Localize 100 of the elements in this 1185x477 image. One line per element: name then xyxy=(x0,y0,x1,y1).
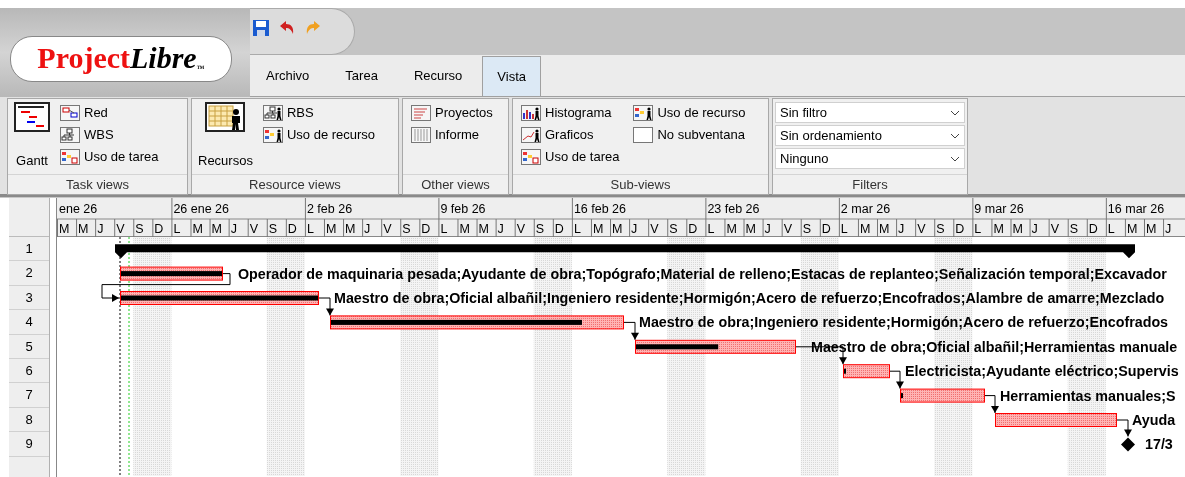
row-number: 1 xyxy=(9,237,49,262)
ribbon-tab[interactable]: Tarea xyxy=(329,56,394,96)
view-button[interactable]: WBS xyxy=(56,124,163,146)
ribbon-tab[interactable]: Recurso xyxy=(397,56,479,96)
view-button[interactable]: Red xyxy=(56,102,163,124)
line-chart-icon xyxy=(521,127,541,143)
summary-bar[interactable] xyxy=(115,244,1135,259)
day-label: V xyxy=(650,222,659,236)
group-title: Resource views xyxy=(192,174,398,194)
dropdown[interactable]: Sin ordenamiento xyxy=(775,125,965,146)
resource-sheet-icon xyxy=(205,102,246,132)
view-button[interactable]: Uso de recurso xyxy=(258,124,380,146)
chevron-down-icon xyxy=(950,132,960,139)
row-number: 3 xyxy=(9,285,49,311)
chevron-down-icon xyxy=(950,155,960,162)
task-bar[interactable] xyxy=(120,266,223,281)
view-button[interactable]: RBS xyxy=(258,102,380,124)
day-label: S xyxy=(802,222,812,236)
view-button[interactable]: Graficos xyxy=(517,124,624,146)
view-button[interactable]: Uso de recurso xyxy=(629,102,750,124)
day-label: D xyxy=(688,222,698,236)
day-label: J xyxy=(1165,222,1172,236)
ribbon-tab[interactable]: Archivo xyxy=(250,56,326,96)
row-number: 4 xyxy=(9,310,49,335)
week-label: 9 mar 26 xyxy=(974,202,1024,216)
week-label: 16 feb 26 xyxy=(573,202,627,216)
dependency-arrow xyxy=(984,395,999,414)
group-title: Sub-views xyxy=(513,174,768,194)
histogram-icon xyxy=(521,105,541,121)
resource-names: Maestro de obra;Ingeniero residente;Hormigón;Acero de refuerzo;Encofrados xyxy=(639,314,1169,331)
resource-names: Electricista;Ayudante eléctrico;Supervis xyxy=(905,363,1179,380)
day-label: V xyxy=(383,222,392,236)
row-number: 7 xyxy=(9,383,49,408)
day-label: L xyxy=(840,222,848,236)
day-label: V xyxy=(249,222,259,236)
task-bar[interactable] xyxy=(120,291,319,305)
day-label: J xyxy=(230,222,237,236)
week-label: 2 mar 26 xyxy=(840,202,891,216)
day-label: J xyxy=(764,222,771,236)
day-label: M xyxy=(726,222,737,236)
day-label: J xyxy=(364,222,371,236)
dropdown[interactable]: Sin filtro xyxy=(775,102,965,123)
week-label: 2 feb 26 xyxy=(306,202,353,216)
day-label: M xyxy=(592,222,604,236)
resource-names: Herramientas manuales;S xyxy=(1000,387,1176,404)
view-button[interactable]: Uso de tarea xyxy=(56,146,163,168)
task-bar[interactable] xyxy=(635,339,796,354)
day-label: M xyxy=(78,222,89,236)
row-number: 8 xyxy=(9,407,49,433)
day-label: D xyxy=(955,222,965,236)
blank-icon xyxy=(633,127,654,143)
view-button[interactable]: Recursos xyxy=(196,102,255,170)
day-label: M xyxy=(59,222,70,236)
day-label: M xyxy=(879,222,890,236)
day-label: M xyxy=(859,222,871,236)
view-button[interactable]: Informe xyxy=(407,124,497,146)
day-label: L xyxy=(1107,222,1115,236)
day-label: M xyxy=(192,222,203,236)
dropdown[interactable]: Ninguno xyxy=(775,148,965,169)
ribbon-tab[interactable]: Vista xyxy=(482,56,541,96)
day-label: S xyxy=(268,222,278,236)
day-label: L xyxy=(573,222,581,236)
network-diagram-icon xyxy=(60,105,80,121)
day-label: S xyxy=(669,222,678,236)
day-label: S xyxy=(535,222,545,236)
week-label: 9 feb 26 xyxy=(440,202,486,216)
resource-names: Maestro de obra;Oficial albañil;Herramientas manuale xyxy=(811,338,1178,355)
day-label: V xyxy=(516,222,525,236)
group-title: Filters xyxy=(773,174,967,194)
task-bar[interactable] xyxy=(330,315,624,330)
view-button[interactable]: Uso de tarea xyxy=(517,146,624,168)
resource-names: Maestro de obra;Oficial albañil;Ingeniero residente;Hormigón;Acero de refuerzo;Encofrados;Alambre de amarre;Mezclado xyxy=(334,290,1165,306)
day-label: M xyxy=(478,222,489,236)
week-label: 23 feb 26 xyxy=(707,202,760,216)
hierarchy-icon xyxy=(60,127,80,143)
week-label: 26 ene 26 xyxy=(173,202,230,216)
day-label: M xyxy=(1146,222,1157,236)
view-button[interactable]: No subventana xyxy=(629,124,750,146)
view-button[interactable]: Gantt xyxy=(12,102,52,170)
day-label: M xyxy=(993,222,1004,236)
view-button[interactable]: Histograma xyxy=(517,102,624,124)
day-label: M xyxy=(1126,222,1138,236)
save-icon[interactable] xyxy=(252,18,270,37)
day-label: D xyxy=(421,222,431,236)
resource-names: Operador de maquinaria pesada;Ayudante de obra;Topógrafo;Material de relleno;Estacas de replanteo;Señalización temporal;Excavador xyxy=(238,265,1167,282)
task-usage-icon xyxy=(521,149,541,165)
row-number: 5 xyxy=(9,334,49,359)
day-label: D xyxy=(554,222,564,236)
view-button[interactable]: Proyectos xyxy=(407,102,497,124)
group-title: Task views xyxy=(8,174,187,194)
day-label: J xyxy=(1031,222,1038,236)
row-number: 2 xyxy=(9,261,49,286)
logo: ProjectLibre™ xyxy=(10,35,232,82)
dependency-arrow xyxy=(1116,419,1132,437)
chevron-down-icon xyxy=(950,109,960,116)
day-label: M xyxy=(1012,222,1023,236)
day-label: M xyxy=(326,222,337,236)
week-label: ene 26 xyxy=(59,202,98,216)
day-label: D xyxy=(287,222,297,236)
day-label: S xyxy=(135,222,144,236)
